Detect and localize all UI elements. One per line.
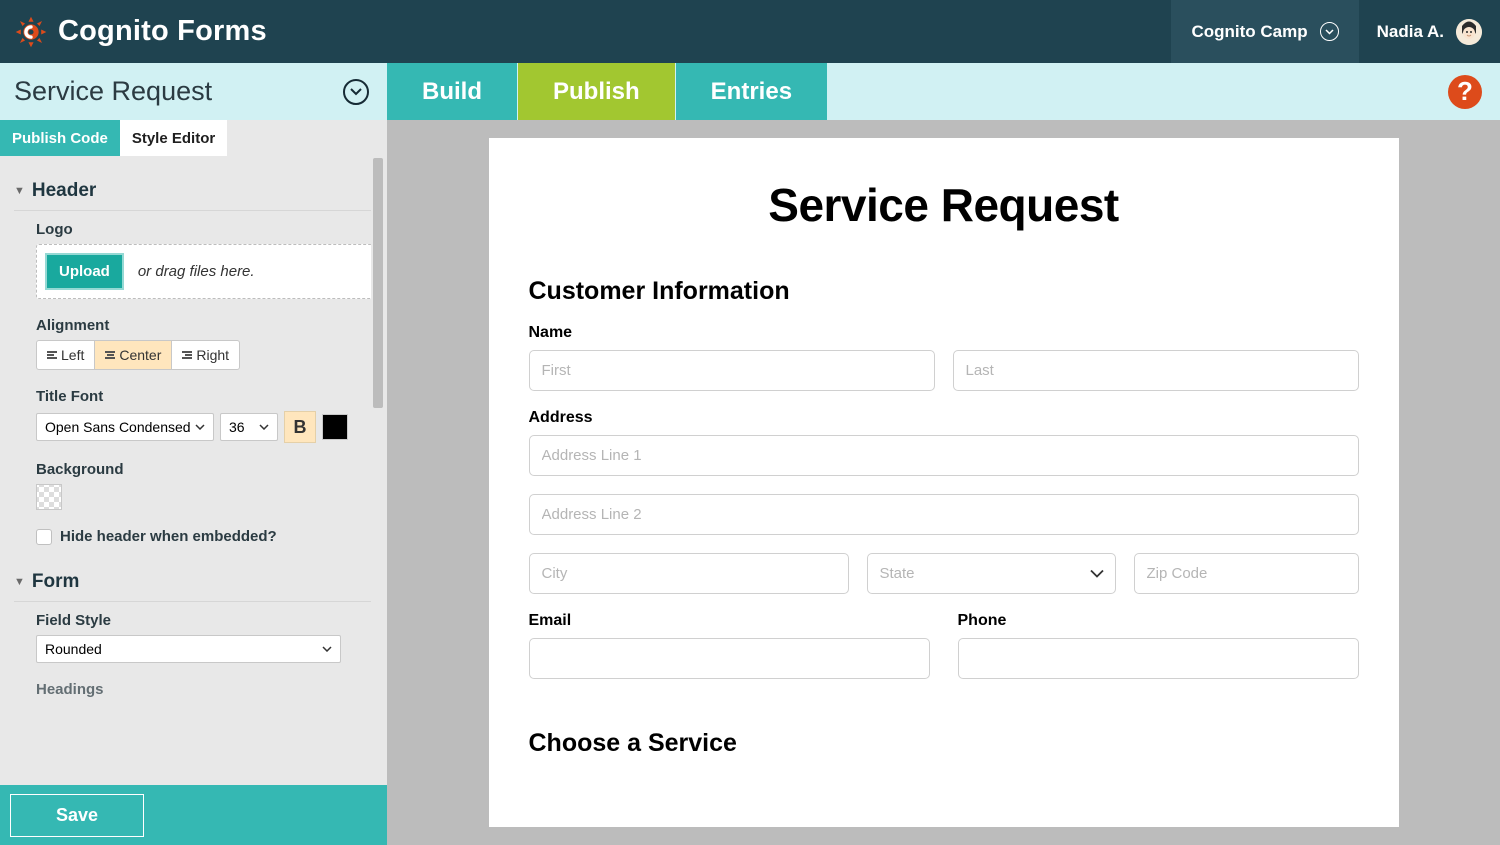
form-preview: Service Request Customer Information Nam… [489, 138, 1399, 827]
preview-label-email: Email [529, 612, 930, 630]
brand-area: Cognito Forms [0, 15, 267, 49]
preview-section-service: Choose a Service [529, 729, 1359, 758]
chevron-down-icon [195, 424, 205, 430]
align-center-button[interactable]: Center [95, 341, 172, 369]
chevron-down-icon [322, 646, 332, 652]
org-dropdown[interactable]: Cognito Camp [1171, 0, 1358, 63]
font-family-select[interactable]: Open Sans Condensed [36, 413, 214, 441]
title-color-swatch[interactable] [322, 414, 348, 440]
align-left-button[interactable]: Left [37, 341, 95, 369]
hide-header-checkbox-row[interactable]: Hide header when embedded? [36, 528, 373, 545]
section-form-toggle[interactable]: ▼ Form [14, 563, 373, 602]
bold-button[interactable]: B [284, 411, 316, 443]
align-right-button[interactable]: Right [172, 341, 239, 369]
align-left-icon [47, 351, 57, 359]
label-field-style: Field Style [36, 612, 373, 629]
select-state-wrapper [867, 553, 1116, 594]
font-controls: Open Sans Condensed 36 B [36, 411, 373, 443]
field-background: Background [36, 461, 373, 510]
cog-logo-icon [14, 15, 48, 49]
sidebar-content: ▼ Header Logo Upload or drag files here.… [0, 156, 387, 785]
preview-row-csz [529, 553, 1359, 594]
scrollbar-thumb[interactable] [373, 158, 383, 408]
triangle-down-icon: ▼ [14, 576, 25, 588]
section-header-title: Header [32, 180, 96, 202]
preview-section-customer: Customer Information [529, 277, 1359, 306]
field-headings: Headings [36, 681, 373, 698]
field-style-select[interactable]: Rounded [36, 635, 341, 663]
field-title-font: Title Font Open Sans Condensed 36 B [36, 388, 373, 443]
save-button[interactable]: Save [10, 794, 144, 837]
field-alignment: Alignment Left Center Right [36, 317, 373, 370]
font-size-select[interactable]: 36 [220, 413, 278, 441]
tab-build[interactable]: Build [387, 63, 518, 120]
input-address-1[interactable] [529, 435, 1359, 476]
save-bar: Save [0, 785, 387, 845]
label-background: Background [36, 461, 373, 478]
hide-header-label: Hide header when embedded? [60, 528, 277, 545]
form-title: Service Request [14, 76, 212, 107]
input-phone[interactable] [958, 638, 1359, 679]
chevron-down-icon [343, 79, 369, 105]
preview-label-phone: Phone [958, 612, 1359, 630]
navbar: Service Request Build Publish Entries ? [0, 63, 1500, 120]
hide-header-checkbox[interactable] [36, 529, 52, 545]
topbar: Cognito Forms Cognito Camp Nadia A. [0, 0, 1500, 63]
sidebar-tab-publish-code[interactable]: Publish Code [0, 120, 120, 156]
field-logo: Logo Upload or drag files here. [36, 221, 373, 299]
brand-name: Cognito Forms [58, 15, 267, 48]
nav-tabs: Build Publish Entries [387, 63, 827, 120]
preview-row-contact: Email Phone [529, 612, 1359, 679]
section-header: ▼ Header Logo Upload or drag files here.… [0, 172, 387, 545]
avatar [1456, 19, 1482, 45]
section-form-title: Form [32, 571, 80, 593]
chevron-down-icon [1320, 22, 1339, 41]
triangle-down-icon: ▼ [14, 185, 25, 197]
input-last-name[interactable] [953, 350, 1359, 391]
background-color-swatch[interactable] [36, 484, 62, 510]
chevron-down-icon [259, 424, 269, 430]
help-button[interactable]: ? [1448, 75, 1482, 109]
preview-label-name: Name [529, 324, 1359, 342]
form-title-dropdown[interactable]: Service Request [0, 63, 387, 120]
field-hide-header: Hide header when embedded? [36, 528, 373, 545]
org-name: Cognito Camp [1191, 22, 1307, 42]
section-form: ▼ Form Field Style Rounded Headings [0, 563, 387, 698]
user-menu[interactable]: Nadia A. [1359, 19, 1500, 45]
main: Publish Code Style Editor ▼ Header Logo … [0, 120, 1500, 845]
input-email[interactable] [529, 638, 930, 679]
upload-dropzone[interactable]: Upload or drag files here. [36, 244, 373, 299]
preview-label-address: Address [529, 409, 1359, 427]
upload-button[interactable]: Upload [45, 253, 124, 290]
label-logo: Logo [36, 221, 373, 238]
input-zip[interactable] [1134, 553, 1359, 594]
field-field-style: Field Style Rounded [36, 612, 373, 663]
sidebar-scrollbar[interactable] [371, 156, 385, 785]
preview-row-name [529, 350, 1359, 391]
input-first-name[interactable] [529, 350, 935, 391]
preview-title: Service Request [529, 178, 1359, 232]
input-city[interactable] [529, 553, 849, 594]
align-right-icon [182, 351, 192, 359]
input-address-2[interactable] [529, 494, 1359, 535]
label-title-font: Title Font [36, 388, 373, 405]
tab-publish[interactable]: Publish [518, 63, 676, 120]
tab-entries[interactable]: Entries [676, 63, 827, 120]
sidebar: Publish Code Style Editor ▼ Header Logo … [0, 120, 387, 845]
preview-row-addr1 [529, 435, 1359, 476]
sidebar-tabs: Publish Code Style Editor [0, 120, 387, 156]
section-header-toggle[interactable]: ▼ Header [14, 172, 373, 211]
alignment-group: Left Center Right [36, 340, 240, 370]
user-name: Nadia A. [1377, 22, 1444, 42]
label-headings: Headings [36, 681, 373, 698]
preview-row-addr2 [529, 494, 1359, 535]
align-center-icon [105, 351, 115, 359]
sidebar-tab-style-editor[interactable]: Style Editor [120, 120, 227, 156]
canvas-wrap: Service Request Customer Information Nam… [387, 120, 1500, 845]
upload-hint: or drag files here. [138, 263, 255, 280]
label-alignment: Alignment [36, 317, 373, 334]
select-state[interactable] [867, 553, 1116, 594]
